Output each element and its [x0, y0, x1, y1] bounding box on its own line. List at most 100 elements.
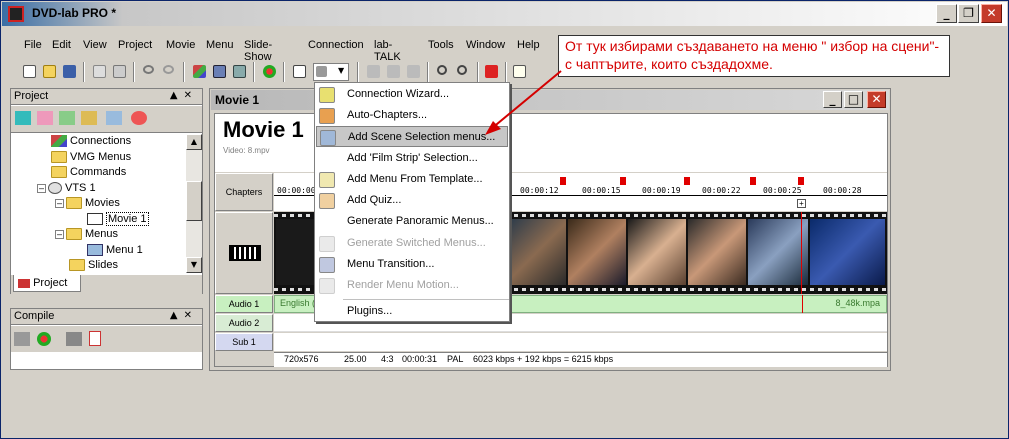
- undo-icon[interactable]: [141, 63, 159, 81]
- vts-settings-icon[interactable]: [131, 111, 147, 125]
- menu-item-menu-transition[interactable]: Menu Transition...: [316, 254, 508, 275]
- add-movie-icon[interactable]: [81, 111, 97, 125]
- save-icon[interactable]: [61, 63, 79, 81]
- menu-window[interactable]: Window: [463, 37, 508, 53]
- connections-tool-icon[interactable]: [191, 63, 209, 81]
- add-slides-icon[interactable]: [59, 111, 75, 125]
- close-button[interactable]: ✕: [981, 4, 1002, 23]
- chevron-down-icon: ▼: [338, 66, 345, 75]
- compile-settings-icon[interactable]: [14, 332, 30, 346]
- menu-item-add-menu-template[interactable]: Add Menu From Template...: [316, 169, 508, 190]
- folder-icon: [69, 259, 85, 272]
- main-window: DVD-lab PRO * _ ❐ ✕ File Edit View Proje…: [0, 0, 1009, 439]
- menu-view[interactable]: View: [80, 37, 110, 53]
- add-menu-icon[interactable]: [37, 111, 53, 125]
- vts-icon: [48, 182, 62, 195]
- dfx-icon[interactable]: [385, 63, 403, 81]
- compile-check-icon[interactable]: [66, 332, 82, 346]
- redo-icon[interactable]: [161, 63, 179, 81]
- tree-item-connections[interactable]: Connections: [51, 135, 131, 150]
- fx-icon[interactable]: [365, 63, 383, 81]
- menu-edit[interactable]: Edit: [49, 37, 74, 53]
- child-maximize-button[interactable]: □: [844, 91, 863, 108]
- collapse-toggle-icon[interactable]: –: [37, 183, 46, 193]
- menu-item-generate-panoramic[interactable]: Generate Panoramic Menus...: [316, 211, 508, 232]
- menu-item-add-quiz[interactable]: Add Quiz...: [316, 190, 508, 211]
- paste-icon[interactable]: [111, 63, 129, 81]
- switched-icon: [319, 236, 335, 252]
- project-tree-scrollbar[interactable]: ▲ ▼: [186, 134, 202, 273]
- chapter-marker[interactable]: [684, 177, 690, 185]
- video-frame: [628, 219, 686, 285]
- tab-project[interactable]: Project: [13, 275, 81, 292]
- status-standard: PAL: [447, 354, 464, 364]
- menu-help[interactable]: Help: [514, 37, 543, 53]
- menu-project[interactable]: Project: [115, 37, 155, 53]
- layers-icon[interactable]: [211, 63, 229, 81]
- compile-panel: Compile ▲✕: [10, 308, 203, 370]
- tree-item-vmg-menus[interactable]: VMG Menus: [51, 151, 131, 166]
- tree-item-movies[interactable]: – Movies: [55, 197, 120, 212]
- sub1-track[interactable]: [274, 333, 887, 351]
- menu-tools[interactable]: Tools: [425, 37, 457, 53]
- audio2-track-label: Audio 2: [215, 314, 273, 332]
- child-close-button[interactable]: ✕: [867, 91, 886, 108]
- dvd-lab-icon[interactable]: [231, 63, 249, 81]
- menu-item-add-scene-selection[interactable]: Add Scene Selection menus...: [316, 126, 508, 147]
- video-frame: [508, 219, 566, 285]
- ruler-tick: 00:00:28: [823, 186, 862, 195]
- project-tree: Connections VMG Menus Commands – VTS 1 – M…: [11, 134, 186, 273]
- add-vts-icon[interactable]: [15, 111, 31, 125]
- quiz-icon: [319, 193, 335, 209]
- compile-log-icon[interactable]: [89, 331, 101, 346]
- tree-item-vts-1[interactable]: – VTS 1: [37, 182, 96, 197]
- scroll-down-icon[interactable]: ▼: [186, 257, 202, 273]
- collapse-toggle-icon[interactable]: –: [55, 229, 64, 239]
- add-chapter-icon[interactable]: +: [797, 199, 806, 208]
- status-fps: 25.00: [344, 354, 367, 364]
- restore-button[interactable]: ❐: [958, 4, 979, 23]
- minimize-button[interactable]: _: [936, 4, 957, 23]
- video-frame: [810, 219, 885, 285]
- add-vts-set-icon[interactable]: [106, 111, 122, 125]
- tree-item-menus[interactable]: – Menus: [55, 228, 118, 243]
- new-file-icon[interactable]: [21, 63, 39, 81]
- chapter-marker[interactable]: [750, 177, 756, 185]
- menu-item-connection-wizard[interactable]: Connection Wizard...: [316, 84, 508, 105]
- menu-item-add-film-strip[interactable]: Add 'Film Strip' Selection...: [316, 148, 508, 169]
- menu-item-auto-chapters[interactable]: Auto-Chapters...: [316, 105, 508, 126]
- scroll-up-icon[interactable]: ▲: [186, 134, 202, 150]
- menu-movie[interactable]: Movie: [163, 37, 198, 53]
- properties-icon[interactable]: [291, 63, 309, 81]
- tree-item-commands[interactable]: Commands: [51, 166, 126, 181]
- menu-menu[interactable]: Menu: [203, 37, 237, 53]
- collapse-toggle-icon[interactable]: –: [55, 198, 64, 208]
- menu-item-plugins[interactable]: Plugins...: [316, 301, 508, 322]
- wizard-dropdown-button[interactable]: ▼: [313, 63, 349, 81]
- zoom-in-icon[interactable]: [435, 63, 453, 81]
- audio1-language: English (: [280, 298, 316, 308]
- menu-connection[interactable]: Connection: [305, 37, 367, 53]
- zoom-out-icon[interactable]: [455, 63, 473, 81]
- child-minimize-button[interactable]: _: [823, 91, 842, 108]
- playhead[interactable]: [801, 212, 802, 294]
- chapter-marker[interactable]: [798, 177, 804, 185]
- chapter-marker[interactable]: [560, 177, 566, 185]
- render-icon: [319, 278, 335, 294]
- tree-item-menu-1[interactable]: Menu 1: [87, 244, 143, 259]
- open-folder-icon[interactable]: [41, 63, 59, 81]
- copy-icon[interactable]: [91, 63, 109, 81]
- ruler-tick: 00:00:25: [763, 186, 802, 195]
- compile-run-icon[interactable]: [37, 332, 51, 346]
- tree-item-movie-1[interactable]: Movie 1: [87, 212, 149, 228]
- sound-icon[interactable]: [405, 63, 423, 81]
- scroll-thumb[interactable]: [186, 181, 202, 221]
- menu-file[interactable]: File: [21, 37, 45, 53]
- tree-item-slides[interactable]: Slides: [69, 259, 118, 273]
- chapter-marker[interactable]: [620, 177, 626, 185]
- compile-icon[interactable]: [261, 63, 279, 81]
- panel-controls-icon[interactable]: ▲✕: [170, 90, 198, 101]
- annotation-callout: От тук избирами създаването на меню " из…: [558, 35, 950, 77]
- panel-controls-icon[interactable]: ▲✕: [170, 310, 198, 321]
- app-logo-icon: [8, 6, 24, 22]
